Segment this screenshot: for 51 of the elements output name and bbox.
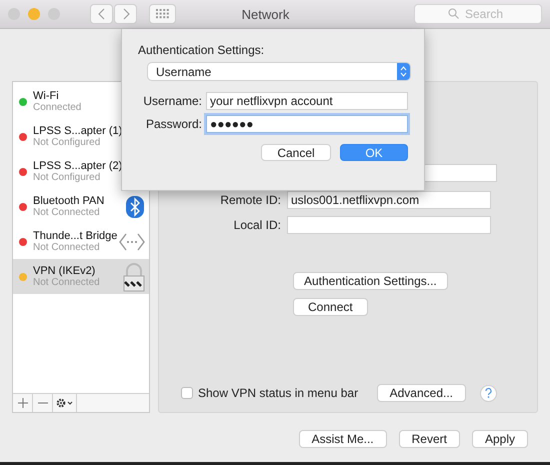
method-popup[interactable]: Username <box>148 63 410 80</box>
service-status: Not Connected <box>33 206 101 218</box>
search-icon <box>448 8 459 19</box>
service-status: Not Connected <box>33 242 101 254</box>
text-field[interactable]: uslos001.netflixvpn.com <box>287 190 491 208</box>
service-status: Not Configured <box>33 136 100 148</box>
lock-icon <box>123 262 145 292</box>
password-field[interactable]: ●●●●●● <box>206 114 408 132</box>
back-button[interactable] <box>90 4 113 24</box>
assist-button[interactable]: Assist Me... <box>298 430 387 448</box>
grid-button[interactable] <box>149 4 176 24</box>
stepper-icon <box>400 66 407 77</box>
service-name: Bluetooth PAN <box>33 194 106 206</box>
zoom-button[interactable] <box>48 8 60 20</box>
username-field[interactable]: your netflixvpn account <box>206 92 408 110</box>
field-label: Local ID: <box>232 218 282 232</box>
text-field[interactable] <box>287 216 491 234</box>
cancel-button[interactable]: Cancel <box>261 144 331 161</box>
checkbox[interactable] <box>181 387 193 399</box>
window-title: Network <box>240 6 290 22</box>
chevron-right-icon <box>122 8 130 20</box>
service-name: Wi-Fi <box>33 90 60 102</box>
field-label: Remote ID: <box>219 192 282 206</box>
search-field[interactable]: Search <box>414 4 542 24</box>
apply-button[interactable]: Apply <box>472 430 528 448</box>
advanced-button[interactable]: Advanced... <box>376 384 466 402</box>
service-item[interactable]: Bluetooth PAN Not Connected <box>13 189 149 224</box>
revert-button[interactable]: Revert <box>398 430 460 448</box>
field-label: Username: <box>142 94 203 108</box>
connect-button[interactable]: Connect <box>293 298 368 316</box>
dialog-title: Authentication Settings: <box>138 43 266 57</box>
close-button[interactable] <box>8 8 20 20</box>
service-item[interactable]: Thunde...t Bridge Not Connected <box>13 224 149 259</box>
minimize-button[interactable] <box>28 8 40 20</box>
chevron-left-icon <box>98 8 106 20</box>
service-name: Thunde...t Bridge <box>33 230 118 242</box>
service-item[interactable]: VPN (IKEv2) Not Connected <box>13 259 149 294</box>
grid-icon <box>156 9 170 19</box>
checkbox-label: Show VPN status in menu bar <box>198 386 360 400</box>
gear-icon <box>56 398 74 408</box>
service-status: Not Configured <box>33 172 100 184</box>
service-status: Not Connected <box>33 276 101 288</box>
bridge-icon <box>119 232 145 252</box>
plus-icon <box>18 398 28 408</box>
service-name: VPN (IKEv2) <box>33 264 96 276</box>
service-status: Connected <box>33 102 82 114</box>
bluetooth-icon <box>125 196 145 218</box>
help-icon[interactable] <box>480 384 497 402</box>
authentication-settings-button[interactable]: Authentication Settings... <box>293 272 448 290</box>
forward-button[interactable] <box>114 4 137 24</box>
field-label: Password: <box>144 116 203 130</box>
